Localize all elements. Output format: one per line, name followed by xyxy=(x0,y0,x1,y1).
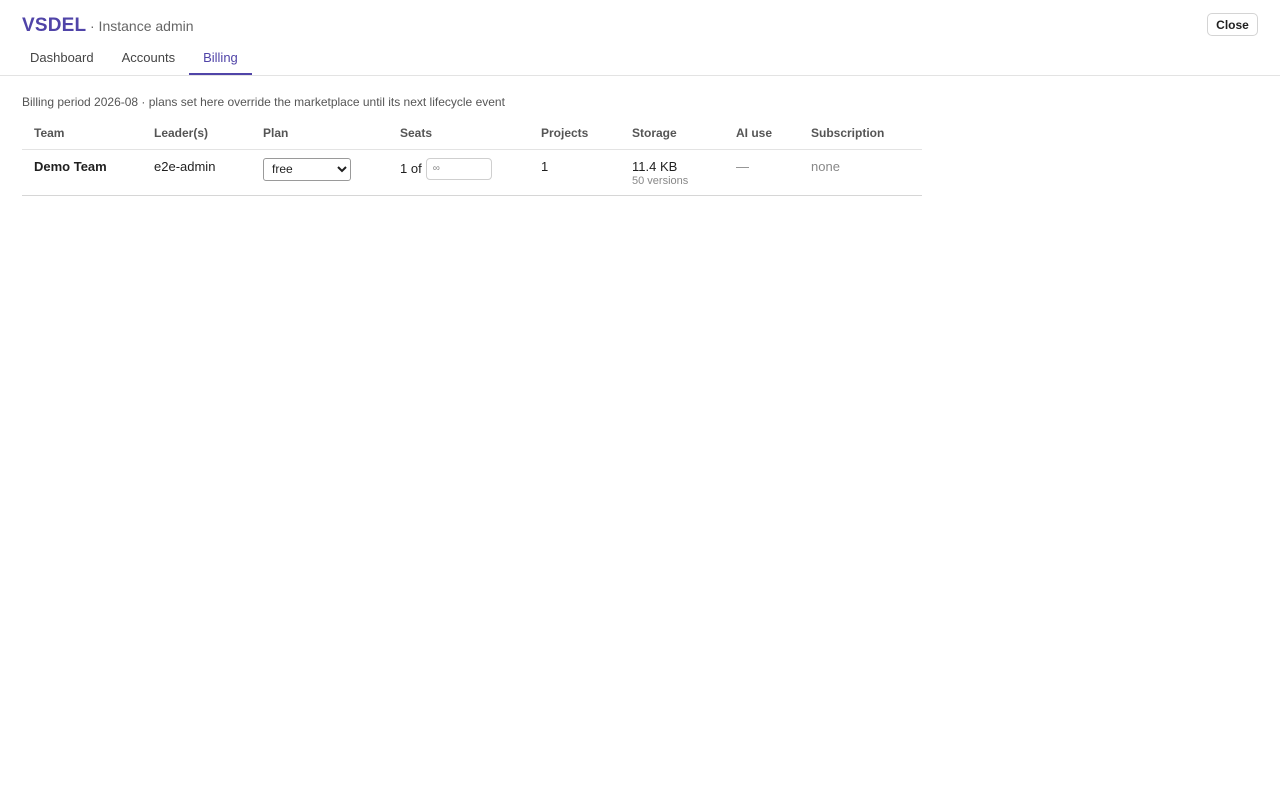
column-header-projects: Projects xyxy=(529,117,620,150)
table-header-row: Team Leader(s) Plan Seats Projects Stora… xyxy=(22,117,922,150)
tab-bar: Dashboard Accounts Billing xyxy=(16,40,252,76)
column-header-ai-use: AI use xyxy=(724,117,799,150)
billing-period-note: Billing period 2026-08 · plans set here … xyxy=(22,95,505,109)
seats-limit-input[interactable] xyxy=(425,157,492,180)
column-header-team: Team xyxy=(22,117,142,150)
plan-select[interactable]: free xyxy=(263,157,351,181)
tab-dashboard[interactable]: Dashboard xyxy=(16,40,108,75)
storage-versions: 50 versions xyxy=(632,174,689,187)
admin-header: VSDEL · Instance admin Close Dashboard A… xyxy=(0,0,1280,76)
team-name: Demo Team xyxy=(34,158,107,174)
column-header-subscription: Subscription xyxy=(799,117,922,150)
subscription-status: none xyxy=(811,158,840,174)
billing-table: Team Leader(s) Plan Seats Projects Stora… xyxy=(22,117,922,196)
column-header-plan: Plan xyxy=(251,117,388,150)
column-header-leaders: Leader(s) xyxy=(142,117,251,150)
column-header-seats: Seats xyxy=(388,117,529,150)
seats-control: 1 of xyxy=(400,157,517,180)
ai-use-value: — xyxy=(736,158,749,174)
seats-used: 1 of xyxy=(400,161,422,176)
brand-logo: VSDEL xyxy=(22,15,87,36)
column-header-storage: Storage xyxy=(620,117,724,150)
team-leaders: e2e-admin xyxy=(154,158,216,174)
projects-count: 1 xyxy=(541,158,549,174)
page-subtitle: · Instance admin xyxy=(90,18,194,34)
close-button[interactable]: Close xyxy=(1207,13,1258,36)
tab-accounts[interactable]: Accounts xyxy=(108,40,189,75)
storage-size: 11.4 KB xyxy=(632,158,678,174)
tab-billing[interactable]: Billing xyxy=(189,40,252,75)
table-row: Demo Team e2e-admin free 1 of 1 11.4 KB … xyxy=(22,149,922,196)
